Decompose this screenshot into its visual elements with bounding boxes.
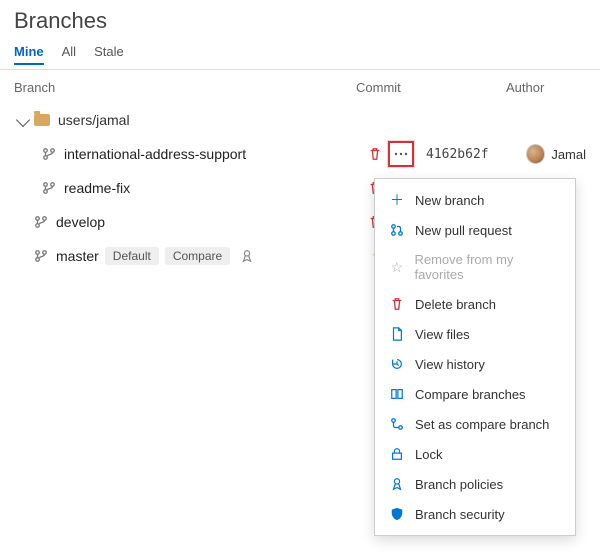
folder-row[interactable]: users/jamal [0,103,600,137]
chevron-down-icon [16,113,30,127]
policies-icon [240,249,254,263]
branch-name: international-address-support [64,146,246,162]
tab-mine[interactable]: Mine [14,40,44,65]
menu-delete-branch[interactable]: Delete branch [375,289,575,319]
folder-name: users/jamal [58,112,130,128]
branch-icon [42,147,56,161]
menu-new-branch[interactable]: ＋ New branch [375,185,575,215]
menu-remove-favorite: ☆ Remove from my favorites [375,245,575,289]
menu-new-pull-request[interactable]: New pull request [375,215,575,245]
menu-label: Branch security [415,507,505,522]
menu-label: Compare branches [415,387,526,402]
column-author[interactable]: Author [506,80,586,95]
star-icon: ☆ [389,259,404,275]
menu-lock[interactable]: Lock [375,439,575,469]
set-compare-icon [389,416,405,432]
branch-context-menu: ＋ New branch New pull request ☆ Remove f… [374,178,576,536]
branch-icon [34,215,48,229]
menu-label: Branch policies [415,477,503,492]
column-commit[interactable]: Commit [356,80,506,95]
menu-view-files[interactable]: View files [375,319,575,349]
avatar [526,144,545,164]
commit-hash[interactable]: 4162b62f [426,147,526,162]
branch-icon [34,249,48,263]
menu-label: Remove from my favorites [414,252,561,282]
lock-icon [389,446,405,462]
branch-name: master [56,248,99,264]
compare-icon [389,386,405,402]
pull-request-icon [389,222,405,238]
delete-branch-button[interactable] [368,147,388,161]
menu-label: New branch [415,193,484,208]
menu-view-history[interactable]: View history [375,349,575,379]
default-badge: Default [105,247,159,265]
author-cell[interactable]: Jamal [526,144,586,164]
file-icon [389,326,405,342]
tabs-bar: Mine All Stale [0,40,600,70]
column-branch[interactable]: Branch [14,80,314,95]
column-headers: Branch Commit Author [0,70,600,101]
folder-icon [34,114,50,126]
menu-label: Set as compare branch [415,417,549,432]
shield-icon [389,506,405,522]
branch-name: develop [56,214,105,230]
branch-name: readme-fix [64,180,130,196]
author-name: Jamal [551,147,586,162]
page-title: Branches [0,0,600,40]
menu-label: Lock [415,447,442,462]
menu-compare-branches[interactable]: Compare branches [375,379,575,409]
tab-all[interactable]: All [62,40,76,65]
menu-label: View history [415,357,485,372]
menu-label: Delete branch [415,297,496,312]
menu-label: View files [415,327,470,342]
menu-set-compare[interactable]: Set as compare branch [375,409,575,439]
tab-stale[interactable]: Stale [94,40,124,65]
branch-icon [42,181,56,195]
menu-branch-policies[interactable]: Branch policies [375,469,575,499]
menu-branch-security[interactable]: Branch security [375,499,575,529]
menu-label: New pull request [415,223,512,238]
plus-icon: ＋ [389,192,405,208]
compare-badge: Compare [165,247,230,265]
policies-icon [389,476,405,492]
branch-row[interactable]: international-address-support 4162b62f J… [0,137,600,171]
more-actions-button[interactable] [388,141,414,167]
trash-icon [389,296,405,312]
history-icon [389,356,405,372]
